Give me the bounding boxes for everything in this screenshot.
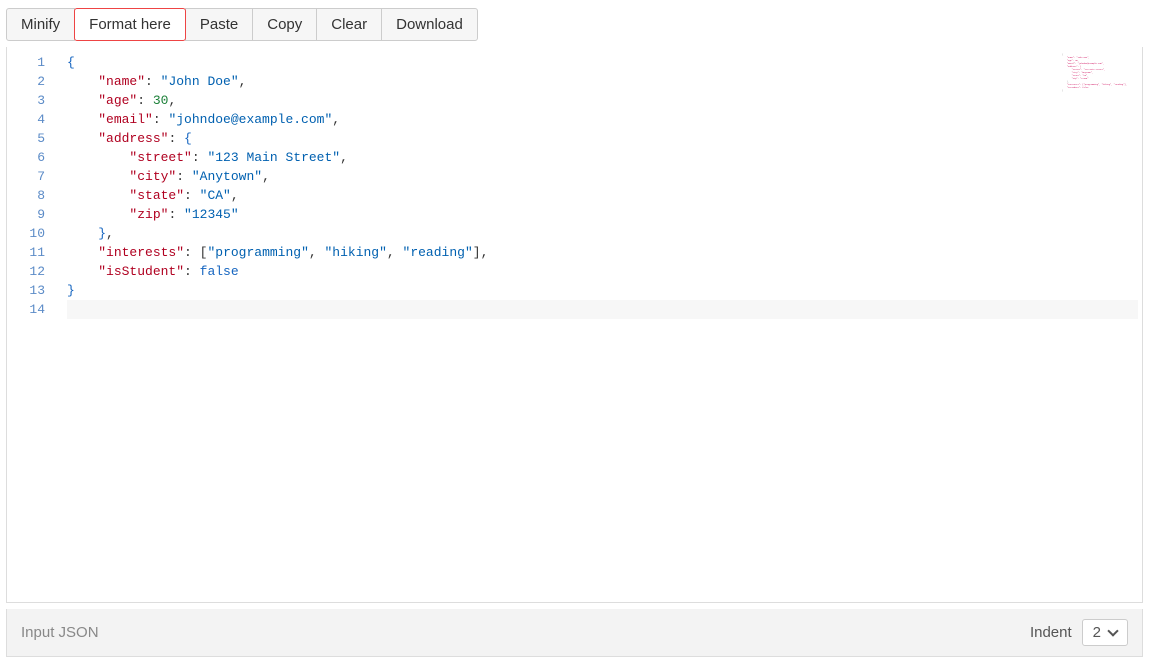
code-line[interactable]: "age": 30,: [67, 91, 1138, 110]
code-line[interactable]: },: [67, 224, 1138, 243]
code-line[interactable]: "interests": ["programming", "hiking", "…: [67, 243, 1138, 262]
line-number: 5: [15, 129, 45, 148]
footer-right: Indent 2: [1030, 619, 1128, 646]
line-number: 7: [15, 167, 45, 186]
line-number: 4: [15, 110, 45, 129]
indent-select[interactable]: 2: [1082, 619, 1128, 646]
code-line[interactable]: "address": {: [67, 129, 1138, 148]
code-line[interactable]: {: [67, 53, 1138, 72]
indent-value: 2: [1093, 624, 1101, 641]
line-number: 11: [15, 243, 45, 262]
line-number: 6: [15, 148, 45, 167]
line-number: 8: [15, 186, 45, 205]
code-line[interactable]: "city": "Anytown",: [67, 167, 1138, 186]
line-number: 3: [15, 91, 45, 110]
line-number: 1: [15, 53, 45, 72]
code-line[interactable]: [67, 300, 1138, 319]
clear-button[interactable]: Clear: [316, 8, 382, 41]
line-number: 9: [15, 205, 45, 224]
code-line[interactable]: "street": "123 Main Street",: [67, 148, 1138, 167]
chevron-down-icon: [1109, 628, 1119, 638]
line-number: 12: [15, 262, 45, 281]
code-line[interactable]: "isStudent": false: [67, 262, 1138, 281]
copy-button[interactable]: Copy: [252, 8, 317, 41]
code-line[interactable]: "zip": "12345": [67, 205, 1138, 224]
code-line[interactable]: }: [67, 281, 1138, 300]
line-number: 2: [15, 72, 45, 91]
code-area[interactable]: { "name": "John Doe", "age": 30, "email"…: [63, 47, 1142, 602]
editor[interactable]: 1234567891011121314 { "name": "John Doe"…: [6, 47, 1143, 603]
code-line[interactable]: "name": "John Doe",: [67, 72, 1138, 91]
code-line[interactable]: "email": "johndoe@example.com",: [67, 110, 1138, 129]
paste-button[interactable]: Paste: [185, 8, 253, 41]
line-gutter: 1234567891011121314: [7, 47, 63, 602]
line-number: 13: [15, 281, 45, 300]
indent-label: Indent: [1030, 624, 1072, 641]
footer: Input JSON Indent 2: [6, 609, 1143, 657]
code-line[interactable]: "state": "CA",: [67, 186, 1138, 205]
line-number: 10: [15, 224, 45, 243]
minimap[interactable]: { "name": "John Doe", "age": 30, "email"…: [1062, 53, 1136, 103]
download-button[interactable]: Download: [381, 8, 478, 41]
line-number: 14: [15, 300, 45, 319]
toolbar: Minify Format here Paste Copy Clear Down…: [0, 0, 1149, 41]
format-button[interactable]: Format here: [74, 8, 186, 41]
minify-button[interactable]: Minify: [6, 8, 75, 41]
footer-label: Input JSON: [21, 624, 99, 641]
